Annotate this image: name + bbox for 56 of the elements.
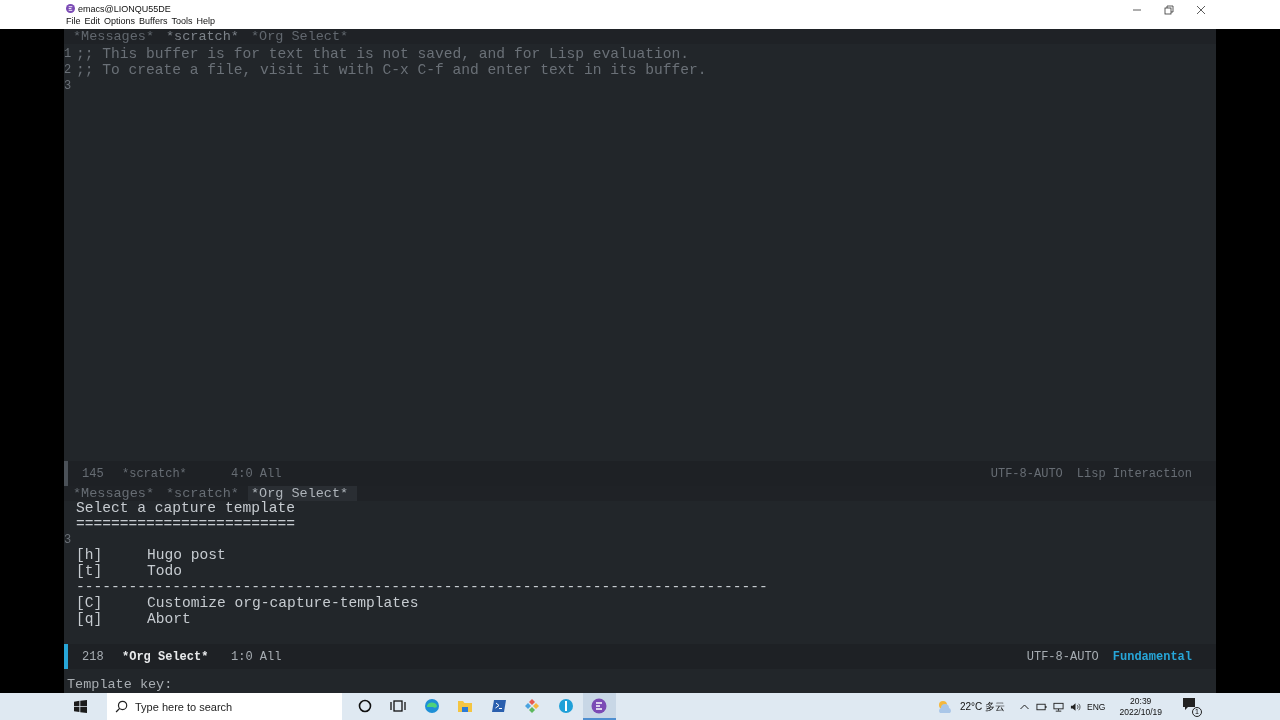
diamond-icon[interactable] — [524, 697, 541, 714]
line-number: 2 — [64, 62, 72, 77]
template-label[interactable]: Todo — [147, 564, 183, 580]
browser-icon[interactable] — [423, 697, 440, 714]
start-icon[interactable] — [74, 700, 87, 713]
mode-line-buffer: *scratch* — [122, 466, 188, 481]
line-number: 1 — [64, 47, 72, 61]
template-label[interactable]: Customize org-capture-templates — [147, 595, 419, 612]
window-title: emacs@LIONQU55DE — [78, 3, 171, 14]
circle-icon[interactable] — [356, 697, 373, 714]
search-icon — [115, 700, 128, 713]
battery-icon[interactable] — [1036, 701, 1048, 712]
menu-item[interactable]: Buffers — [139, 16, 168, 26]
template-key[interactable]: [q] — [76, 611, 147, 628]
language-indicator[interactable]: ENG — [1087, 701, 1106, 712]
buffer-text: ;; This buffer is for text that is not saved, and for Lisp evaluation. — [76, 47, 690, 63]
mode-line-position: 218 — [82, 649, 105, 664]
weather-text[interactable]: 22°C 多云 — [959, 699, 1006, 714]
buffer-text: ;; To create a file, visit it with C-x C-f and enter text in its buffer. — [76, 62, 707, 79]
mode-line-mode: Fundamental — [1112, 649, 1192, 664]
template-key[interactable]: [t] — [76, 564, 147, 580]
buffer-tab[interactable]: *scratch* — [163, 29, 248, 44]
mode-line-location: 1:0 All — [231, 649, 282, 664]
search-field[interactable]: Type here to search — [107, 693, 342, 720]
mode-line-mode: Lisp Interaction — [1076, 466, 1192, 481]
app-icon — [66, 4, 75, 13]
minibuffer-prompt: Template key: — [67, 677, 173, 692]
restore-icon[interactable] — [1164, 5, 1174, 15]
mode-line-location: 4:0 All — [231, 466, 282, 481]
emacs-icon[interactable] — [591, 697, 608, 714]
clock-date[interactable]: 2022/10/19 — [1119, 706, 1162, 718]
buffer-text: ------------------------------------------------------------------------------- — [76, 580, 768, 596]
menu-item[interactable]: Tools — [171, 16, 193, 26]
buffer-tab[interactable]: *Org Select* — [247, 486, 358, 501]
template-key[interactable]: [C] — [76, 595, 147, 612]
mode-line-buffer: *Org Select* — [122, 649, 210, 664]
menu-item[interactable]: Options — [104, 16, 136, 26]
line-number: 3 — [64, 532, 72, 547]
mode-line-encoding: UTF-8-AUTO — [1026, 649, 1099, 664]
template-key[interactable]: [h] — [76, 548, 147, 565]
mode-line-encoding: UTF-8-AUTO — [990, 466, 1063, 481]
menu-item[interactable]: Help — [196, 16, 215, 26]
template-label[interactable]: Hugo post — [147, 548, 226, 565]
menu-item[interactable]: Edit — [84, 16, 101, 26]
clock-time[interactable]: 20:39 — [1130, 695, 1152, 707]
buffer-text: Select a capture template — [76, 501, 295, 517]
template-label[interactable]: Abort — [147, 611, 191, 628]
terminal-icon[interactable] — [490, 697, 507, 714]
task-view-icon[interactable] — [390, 697, 407, 714]
speaker-icon[interactable] — [1070, 701, 1082, 712]
network-icon[interactable] — [1053, 701, 1065, 712]
menu-item[interactable]: File — [66, 16, 81, 26]
line-number: 3 — [64, 78, 72, 93]
buffer-text: ========================= — [76, 516, 295, 533]
close-icon[interactable] — [1196, 5, 1206, 15]
mode-line-position: 145 — [82, 466, 105, 481]
